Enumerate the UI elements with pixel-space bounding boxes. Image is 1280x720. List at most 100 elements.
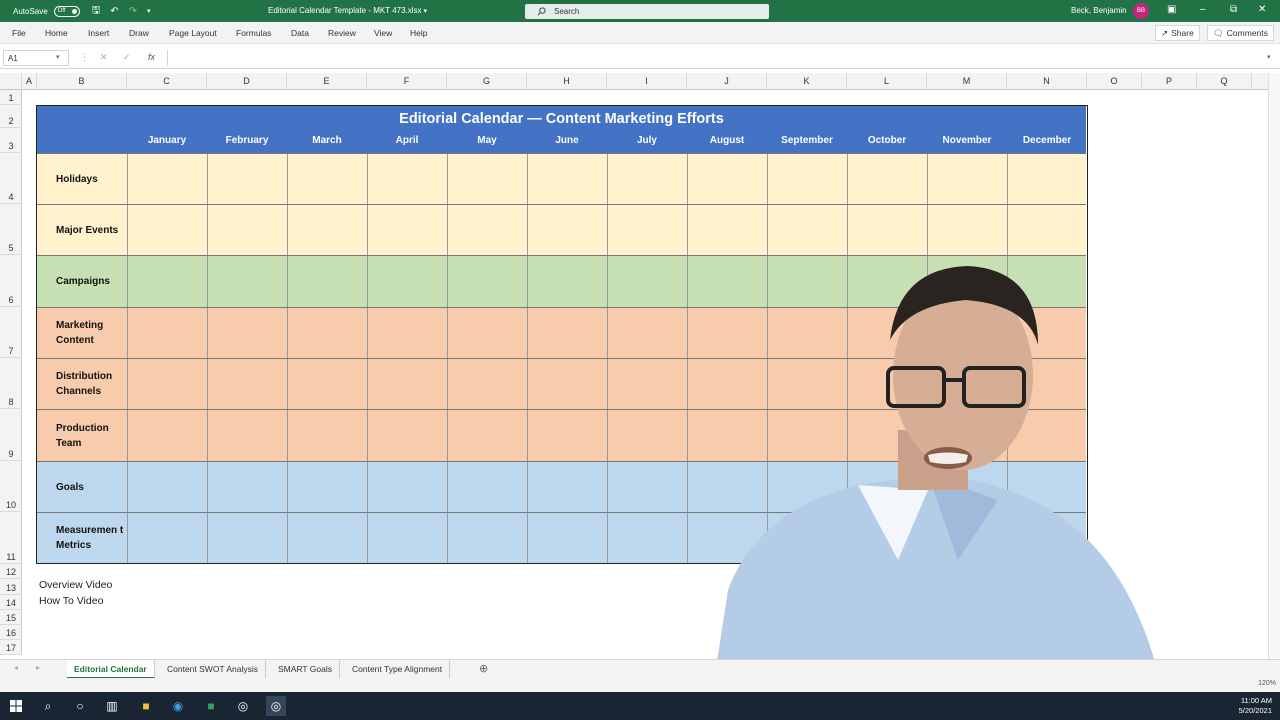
column-header-b[interactable]: B bbox=[37, 73, 127, 90]
tab-page-layout[interactable]: Page Layout bbox=[169, 28, 217, 38]
taskbar-search-icon[interactable]: ⌕ bbox=[38, 696, 58, 716]
calendar-cell[interactable] bbox=[447, 513, 527, 563]
task-view-icon[interactable]: ▥ bbox=[102, 696, 122, 716]
column-header-l[interactable]: L bbox=[847, 73, 927, 90]
search-box[interactable]: Search bbox=[525, 4, 769, 19]
calendar-cell[interactable] bbox=[207, 308, 287, 358]
calendar-cell[interactable] bbox=[927, 154, 1007, 204]
calendar-cell[interactable] bbox=[927, 513, 1007, 563]
column-header-e[interactable]: E bbox=[287, 73, 367, 90]
calendar-cell[interactable] bbox=[287, 359, 367, 409]
howto-video-link[interactable]: How To Video bbox=[39, 595, 103, 607]
restore-icon[interactable]: ⧉ bbox=[1230, 4, 1237, 15]
calendar-cell[interactable] bbox=[527, 359, 607, 409]
undo-icon[interactable]: ↶ bbox=[110, 6, 118, 17]
calendar-cell[interactable] bbox=[687, 410, 767, 461]
column-header-i[interactable]: I bbox=[607, 73, 687, 90]
calendar-cell[interactable] bbox=[847, 410, 927, 461]
row-header-1[interactable]: 1 bbox=[0, 90, 22, 105]
calendar-cell[interactable] bbox=[127, 359, 207, 409]
redo-icon[interactable]: ↷ bbox=[129, 6, 137, 17]
calendar-cell[interactable] bbox=[287, 462, 367, 512]
calendar-cell[interactable] bbox=[767, 256, 847, 307]
calendar-cell[interactable] bbox=[687, 308, 767, 358]
row-header-7[interactable]: 7 bbox=[0, 307, 22, 358]
calendar-cell[interactable] bbox=[1007, 410, 1087, 461]
row-label-cell[interactable]: Marketing Content bbox=[37, 308, 128, 358]
insert-function-icon[interactable]: fx bbox=[148, 52, 155, 62]
calendar-cell[interactable] bbox=[447, 205, 527, 255]
calendar-cell[interactable] bbox=[687, 205, 767, 255]
row-label-cell[interactable]: Production Team bbox=[37, 410, 128, 461]
calendar-cell[interactable] bbox=[287, 513, 367, 563]
calendar-cell[interactable] bbox=[927, 410, 1007, 461]
tab-home[interactable]: Home bbox=[45, 28, 68, 38]
calendar-cell[interactable] bbox=[847, 205, 927, 255]
row-header-13[interactable]: 13 bbox=[0, 579, 22, 595]
calendar-cell[interactable] bbox=[207, 359, 287, 409]
row-label-cell[interactable]: Campaigns bbox=[37, 256, 128, 307]
minimize-icon[interactable]: – bbox=[1200, 4, 1206, 15]
document-title[interactable]: Editorial Calendar Template - MKT 473.xl… bbox=[268, 6, 427, 15]
avatar[interactable]: BB bbox=[1133, 3, 1149, 19]
tab-file[interactable]: File bbox=[12, 28, 26, 38]
column-header-m[interactable]: M bbox=[927, 73, 1007, 90]
calendar-cell[interactable] bbox=[607, 308, 687, 358]
cortana-icon[interactable]: ○ bbox=[70, 696, 90, 716]
calendar-cell[interactable] bbox=[927, 205, 1007, 255]
calendar-cell[interactable] bbox=[927, 462, 1007, 512]
row-header-2[interactable]: 2 bbox=[0, 105, 22, 128]
calendar-cell[interactable] bbox=[367, 410, 447, 461]
comments-button[interactable]: 🗨 Comments bbox=[1207, 25, 1274, 41]
calendar-cell[interactable] bbox=[1007, 308, 1087, 358]
row-header-4[interactable]: 4 bbox=[0, 153, 22, 204]
tab-help[interactable]: Help bbox=[410, 28, 427, 38]
row-header-8[interactable]: 8 bbox=[0, 358, 22, 409]
calendar-cell[interactable] bbox=[767, 205, 847, 255]
calendar-cell[interactable] bbox=[127, 308, 207, 358]
row-label-cell[interactable]: Major Events bbox=[37, 205, 128, 255]
overview-video-link[interactable]: Overview Video bbox=[39, 579, 112, 591]
row-label-cell[interactable]: Distribution Channels bbox=[37, 359, 128, 409]
tab-review[interactable]: Review bbox=[328, 28, 356, 38]
save-icon[interactable]: 🖫 bbox=[92, 3, 101, 20]
column-header-d[interactable]: D bbox=[207, 73, 287, 90]
column-header-k[interactable]: K bbox=[767, 73, 847, 90]
vertical-scrollbar[interactable] bbox=[1268, 73, 1280, 659]
prev-sheet-icon[interactable]: ◂ bbox=[14, 663, 18, 672]
row-header-12[interactable]: 12 bbox=[0, 564, 22, 579]
calendar-cell[interactable] bbox=[927, 308, 1007, 358]
calendar-cell[interactable] bbox=[527, 205, 607, 255]
calendar-cell[interactable] bbox=[447, 308, 527, 358]
add-sheet-icon[interactable]: ⊕ bbox=[479, 662, 488, 675]
calendar-cell[interactable] bbox=[847, 513, 927, 563]
calendar-cell[interactable] bbox=[287, 205, 367, 255]
calendar-cell[interactable] bbox=[847, 359, 927, 409]
row-header-14[interactable]: 14 bbox=[0, 595, 22, 610]
row-header-15[interactable]: 15 bbox=[0, 610, 22, 625]
share-button[interactable]: ↗ Share bbox=[1155, 25, 1200, 41]
formula-input[interactable] bbox=[167, 50, 1277, 66]
calendar-cell[interactable] bbox=[687, 513, 767, 563]
calendar-cell[interactable] bbox=[527, 154, 607, 204]
calendar-cell[interactable] bbox=[847, 256, 927, 307]
calendar-cell[interactable] bbox=[367, 256, 447, 307]
calendar-cell[interactable] bbox=[607, 359, 687, 409]
autosave-toggle[interactable]: Off bbox=[53, 5, 80, 17]
column-header-p[interactable]: P bbox=[1142, 73, 1197, 90]
sheet-tab-editorial-calendar[interactable]: Editorial Calendar bbox=[67, 660, 155, 679]
sheet-tab-content-type-alignment[interactable]: Content Type Alignment bbox=[345, 660, 451, 679]
tab-formulas[interactable]: Formulas bbox=[236, 28, 271, 38]
calendar-cell[interactable] bbox=[687, 154, 767, 204]
calendar-cell[interactable] bbox=[447, 410, 527, 461]
customize-qat-icon[interactable]: ▾ bbox=[147, 7, 151, 15]
next-sheet-icon[interactable]: ▸ bbox=[36, 663, 40, 672]
file-explorer-icon[interactable]: ■ bbox=[136, 696, 156, 716]
calendar-cell[interactable] bbox=[367, 513, 447, 563]
row-header-16[interactable]: 16 bbox=[0, 625, 22, 640]
expand-formula-icon[interactable]: ▾ bbox=[1267, 53, 1271, 61]
calendar-cell[interactable] bbox=[207, 462, 287, 512]
calendar-cell[interactable] bbox=[127, 256, 207, 307]
excel-icon[interactable]: ■ bbox=[201, 696, 221, 716]
calendar-cell[interactable] bbox=[1007, 256, 1087, 307]
